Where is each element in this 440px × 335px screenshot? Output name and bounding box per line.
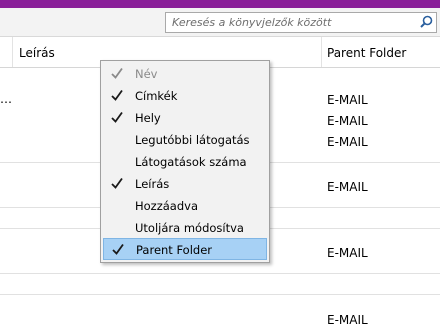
menu-item-name[interactable]: Név bbox=[103, 63, 267, 85]
row-divider bbox=[0, 294, 440, 295]
menu-item-label: Legutóbbi látogatás bbox=[135, 133, 250, 147]
menu-item-label: Leírás bbox=[135, 177, 170, 191]
table-cell-folder: E-MAIL bbox=[327, 93, 368, 107]
checkmark-icon bbox=[111, 89, 123, 101]
toolbar bbox=[0, 8, 440, 37]
menu-item-visit-count[interactable]: Látogatások száma bbox=[103, 151, 267, 173]
menu-item-label: Látogatások száma bbox=[135, 155, 247, 169]
column-chooser-menu: Név Címkék Hely Legutóbbi látogatás Láto… bbox=[100, 60, 270, 263]
menu-item-label: Parent Folder bbox=[136, 243, 213, 257]
menu-item-label: Utoljára módosítva bbox=[135, 221, 244, 235]
menu-item-added[interactable]: Hozzáadva bbox=[103, 195, 267, 217]
table-cell-folder: E-MAIL bbox=[327, 135, 368, 149]
search-box[interactable] bbox=[165, 12, 437, 33]
column-header-description[interactable]: Leírás bbox=[19, 46, 55, 60]
row-divider bbox=[0, 273, 440, 274]
checkmark-icon bbox=[111, 67, 123, 79]
table-cell-folder: E-MAIL bbox=[327, 180, 368, 194]
menu-item-description[interactable]: Leírás bbox=[103, 173, 267, 195]
column-separator[interactable] bbox=[321, 37, 322, 67]
checkmark-icon bbox=[111, 111, 123, 123]
menu-item-last-visited[interactable]: Legutóbbi látogatás bbox=[103, 129, 267, 151]
search-icon[interactable] bbox=[418, 14, 435, 31]
column-separator[interactable] bbox=[12, 37, 13, 67]
menu-item-label: Címkék bbox=[135, 89, 178, 103]
column-header-parent-folder[interactable]: Parent Folder bbox=[327, 46, 406, 60]
menu-item-last-modified[interactable]: Utoljára módosítva bbox=[103, 217, 267, 239]
window-accent-bar bbox=[0, 0, 440, 8]
menu-item-location[interactable]: Hely bbox=[103, 107, 267, 129]
menu-item-label: Hely bbox=[135, 111, 161, 125]
checkmark-icon bbox=[111, 177, 123, 189]
menu-item-label: Hozzáadva bbox=[135, 199, 199, 213]
table-cell-description: … bbox=[0, 92, 12, 106]
checkmark-icon bbox=[112, 243, 124, 255]
table-cell-folder: E-MAIL bbox=[327, 313, 368, 327]
table-cell-folder: E-MAIL bbox=[327, 246, 368, 260]
table-cell-folder: E-MAIL bbox=[327, 114, 368, 128]
menu-item-tags[interactable]: Címkék bbox=[103, 85, 267, 107]
search-input[interactable] bbox=[172, 13, 402, 32]
menu-item-parent-folder[interactable]: Parent Folder bbox=[103, 238, 267, 260]
menu-item-label: Név bbox=[135, 67, 158, 81]
